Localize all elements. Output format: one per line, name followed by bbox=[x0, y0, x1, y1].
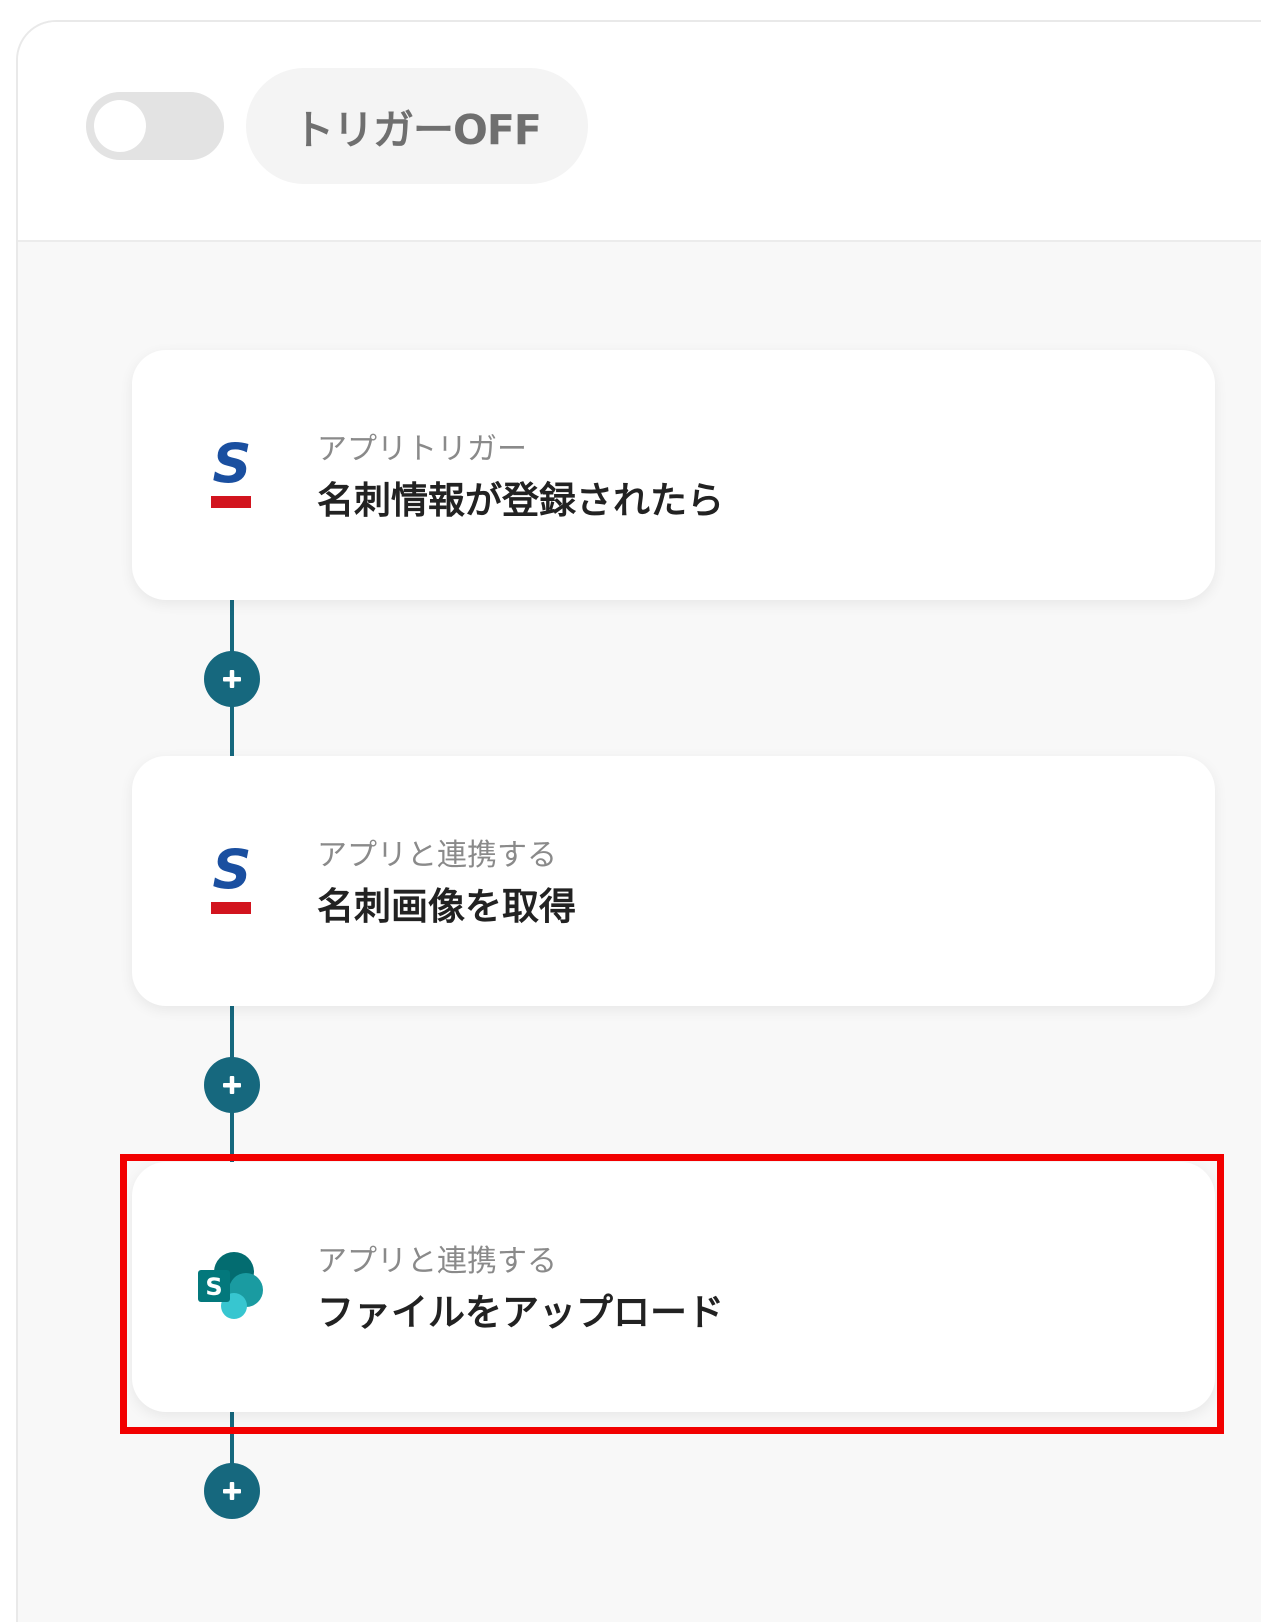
step-title: ファイルをアップロード bbox=[317, 1291, 724, 1334]
step-type-label: アプリと連携する bbox=[317, 838, 557, 873]
step-card-1[interactable]: S アプリトリガー 名刺情報が登録されたら bbox=[132, 350, 1215, 600]
step-title: 名刺情報が登録されたら bbox=[317, 479, 724, 522]
svg-text:S: S bbox=[213, 838, 252, 901]
toggle-knob bbox=[94, 100, 146, 152]
step-card-2[interactable]: S アプリと連携する 名刺画像を取得 bbox=[132, 756, 1215, 1006]
svg-text:S: S bbox=[213, 432, 252, 495]
plus-icon bbox=[223, 670, 241, 688]
svg-text:S: S bbox=[205, 1273, 222, 1301]
plus-icon bbox=[223, 1076, 241, 1094]
sansan-logo-icon: S bbox=[196, 836, 268, 926]
trigger-toggle[interactable] bbox=[86, 92, 224, 160]
sharepoint-logo-icon: S bbox=[196, 1242, 268, 1332]
add-step-button[interactable] bbox=[204, 651, 260, 707]
sansan-logo-icon: S bbox=[196, 430, 268, 520]
plus-icon bbox=[223, 1482, 241, 1500]
step-card-3[interactable]: S アプリと連携する ファイルをアップロード bbox=[132, 1162, 1215, 1412]
add-step-button[interactable] bbox=[204, 1463, 260, 1519]
add-step-button[interactable] bbox=[204, 1057, 260, 1113]
step-type-label: アプリと連携する bbox=[317, 1244, 557, 1279]
trigger-status-pill: トリガーOFF bbox=[246, 68, 588, 184]
panel-header: トリガーOFF bbox=[18, 22, 1261, 242]
step-title: 名刺画像を取得 bbox=[317, 885, 576, 928]
trigger-status-label: トリガーOFF bbox=[293, 106, 542, 154]
step-type-label: アプリトリガー bbox=[317, 432, 527, 467]
